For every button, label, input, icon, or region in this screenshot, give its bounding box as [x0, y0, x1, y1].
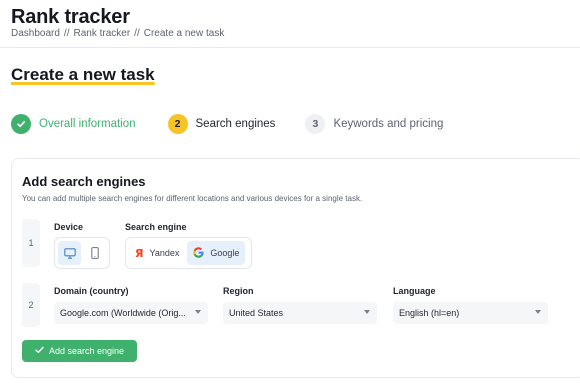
step-number: 3: [305, 114, 326, 134]
row-number: 1: [22, 219, 40, 267]
step-label: Keywords and pricing: [333, 118, 444, 130]
device-label: Device: [54, 222, 84, 232]
app-title: Rank tracker: [11, 6, 130, 28]
device-selector: [54, 237, 110, 269]
check-icon: [35, 346, 44, 356]
domain-select[interactable]: Google.com (Worldwide (Orig...: [54, 302, 208, 324]
yandex-option[interactable]: Я Yandex: [129, 241, 185, 265]
domain-label: Domain (country): [54, 286, 129, 296]
step-number: 2: [167, 114, 188, 134]
card-title: Add search engines: [22, 174, 146, 189]
add-search-engine-button[interactable]: Add search engine: [22, 340, 137, 362]
page-title: Create a new task: [11, 65, 155, 84]
breadcrumb-separator: //: [63, 28, 70, 39]
yandex-logo-icon: Я: [135, 246, 144, 260]
step-search-engines[interactable]: 2 Search engines: [167, 114, 276, 134]
breadcrumb: Dashboard // Rank tracker // Create a ne…: [11, 28, 224, 39]
region-select[interactable]: United States: [223, 302, 377, 324]
domain-value: Google.com (Worldwide (Orig...: [60, 308, 186, 318]
chevron-down-icon: [364, 310, 370, 314]
language-select[interactable]: English (hl=en): [393, 302, 548, 324]
add-button-label: Add search engine: [48, 346, 125, 356]
language-label: Language: [393, 286, 436, 296]
language-value: English (hl=en): [399, 308, 460, 318]
desktop-icon[interactable]: [58, 241, 81, 265]
card-description: You can add multiple search engines for …: [22, 194, 363, 203]
add-search-engines-card: Add search engines You can add multiple …: [11, 158, 580, 378]
breadcrumb-separator: //: [134, 28, 140, 39]
breadcrumb-rank-tracker[interactable]: Rank tracker: [73, 28, 130, 39]
engine-label: Yandex: [149, 248, 180, 258]
row-number: 2: [22, 283, 40, 327]
engine-label: Google: [210, 248, 240, 258]
check-icon: [11, 114, 31, 134]
step-label: Overall information: [39, 118, 136, 130]
mobile-icon[interactable]: [83, 241, 106, 265]
google-option[interactable]: Google: [187, 241, 246, 265]
stepper: Overall information 2 Search engines 3 K…: [11, 114, 443, 134]
step-keywords-and-pricing[interactable]: 3 Keywords and pricing: [305, 114, 443, 134]
google-logo-icon: [193, 246, 204, 260]
step-overall-information[interactable]: Overall information: [11, 114, 136, 134]
search-engine-label: Search engine: [125, 222, 187, 232]
chevron-down-icon: [195, 310, 201, 314]
header-divider: [0, 47, 580, 48]
region-value: United States: [229, 308, 284, 318]
chevron-down-icon: [535, 310, 541, 314]
region-label: Region: [223, 286, 254, 296]
breadcrumb-dashboard[interactable]: Dashboard: [11, 28, 60, 39]
breadcrumb-current: Create a new task: [143, 28, 225, 39]
search-engine-selector: Я Yandex Google: [125, 237, 252, 269]
step-label: Search engines: [195, 118, 276, 130]
